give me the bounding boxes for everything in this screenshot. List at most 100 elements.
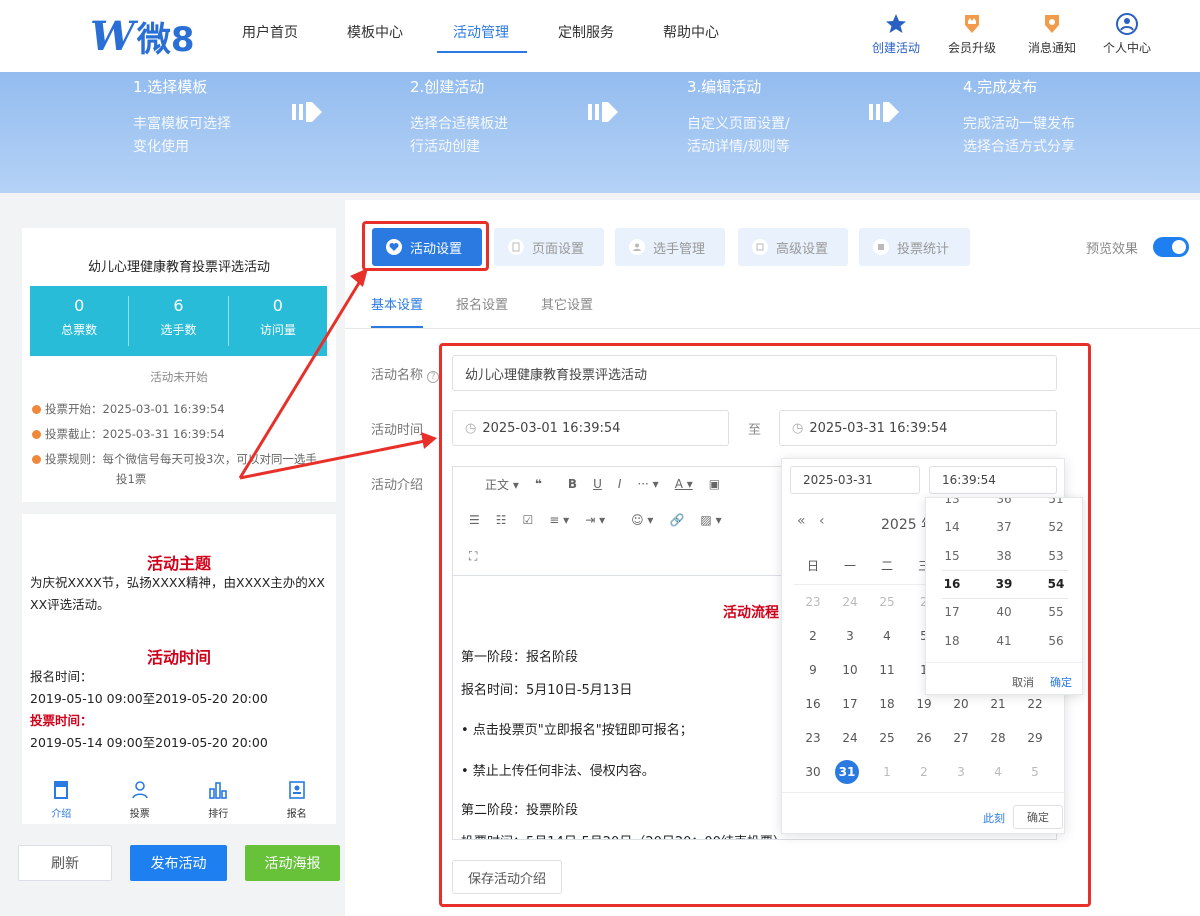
stats-icon [873,239,889,255]
mobile-preview-panel: 幼儿心理健康教育投票评选活动 0 总票数 6 选手数 0 访问量 活动未开始 投票开始… [12,228,345,916]
signup-icon [288,781,305,799]
step-desc: 活动详情/规则等 [687,139,790,155]
stat-value: 6 [173,296,184,315]
step-title: 3.编辑活动 [687,78,762,96]
vote-rule-text: 投票规则：每个微信号每天可投3次，可以对同一选手 [45,452,317,466]
user-icon [629,239,645,255]
step-desc: 自定义页面设置/ [687,116,790,132]
stat-value: 0 [74,296,85,315]
arrow-right-icon [869,102,899,122]
member-upgrade-button[interactable]: 会员升级 [937,12,1007,56]
steps-banner: 1.选择模板 丰富模板可选择 变化使用 2.创建活动 选择合适模板进 行活动创建… [0,72,1200,193]
theme-text-line: XX评选活动。 [30,597,110,612]
tab-label: 投票 [129,809,150,820]
info-dot-icon [32,430,41,439]
vote-range: 2019-05-14 09:00至2019-05-20 20:00 [30,735,268,750]
stat-contestants: 6 选手数 [129,296,229,346]
stat-label: 选手数 [160,323,197,337]
preview-summary-card: 幼儿心理健康教育投票评选活动 0 总票数 6 选手数 0 访问量 活动未开始 投票开始… [22,228,336,502]
tab-vote-statistics[interactable]: 投票统计 [859,228,970,266]
info-dot-icon [32,405,41,414]
nav-custom-service[interactable]: 定制服务 [558,22,614,42]
publish-activity-button[interactable]: 发布活动 [130,845,227,881]
create-activity-label: 创建活动 [871,41,920,55]
tab-ranking[interactable]: 排行 [179,776,258,824]
tab-intro[interactable]: 介绍 [22,776,101,824]
subtab-other-settings[interactable]: 其它设置 [541,294,593,313]
step-title: 1.选择模板 [133,78,208,96]
logo[interactable]: W 微8 [90,12,195,61]
top-navigation: W 微8 用户首页 模板中心 活动管理 定制服务 帮助中心 创建活动 会员升级 … [0,0,1200,72]
step-4: 4.完成发布 完成活动一键发布 选择合适方式分享 [963,76,1075,159]
page-icon [508,239,524,255]
tab-label: 高级设置 [776,241,829,257]
step-title: 4.完成发布 [963,78,1038,96]
vote-end-text: 投票截止：2025-03-31 16:39:54 [45,427,225,441]
star-icon [884,12,908,36]
create-activity-button[interactable]: 创建活动 [861,12,931,56]
crown-badge-icon [960,12,984,36]
refresh-button[interactable]: 刷新 [18,845,112,881]
bell-badge-icon [1040,12,1064,36]
nav-help-center[interactable]: 帮助中心 [663,22,719,42]
subtab-signup-settings[interactable]: 报名设置 [456,294,508,313]
nav-user-home[interactable]: 用户首页 [242,22,298,42]
preview-content-card: 活动主题 为庆祝XXXX节，弘扬XXXX精神，由XXXX主办的XX XX评选活动… [22,514,336,776]
tab-label: 选手管理 [653,241,706,257]
nav-template-center[interactable]: 模板中心 [347,22,403,42]
vote-label: 投票时间： [30,713,93,728]
vote-start-text: 投票开始：2025-03-01 16:39:54 [45,402,225,416]
vote-rule-cont: 投1票 [116,472,147,486]
logo-text: 微8 [136,20,195,60]
step-1: 1.选择模板 丰富模板可选择 变化使用 [133,76,231,159]
vote-end-info: 投票截止：2025-03-31 16:39:54 [32,426,225,442]
theme-title: 活动主题 [146,554,211,573]
arrow-right-icon [588,102,618,122]
step-2: 2.创建活动 选择合适模板进 行活动创建 [410,76,508,159]
user-icon [131,781,148,799]
tab-vote[interactable]: 投票 [101,776,180,824]
label-text: 活动名称 [371,368,424,383]
help-icon[interactable]: ? [427,371,440,383]
message-notice-button[interactable]: 消息通知 [1017,12,1087,56]
member-upgrade-label: 会员升级 [947,41,996,55]
stat-visits: 0 访问量 [229,296,327,346]
activity-time-label: 活动时间 [371,423,424,438]
logo-mark: W [90,13,135,60]
user-circle-icon [1115,12,1139,36]
document-icon [54,781,69,799]
tab-label: 介绍 [51,809,72,820]
activity-status: 活动未开始 [150,370,208,384]
tab-advanced-settings[interactable]: 高级设置 [738,228,848,266]
preview-toggle[interactable] [1153,237,1189,257]
step-3: 3.编辑活动 自定义页面设置/ 活动详情/规则等 [687,76,790,159]
personal-center-label: 个人中心 [1102,41,1151,55]
time-title: 活动时间 [146,648,211,667]
stat-label: 总票数 [61,323,98,337]
info-dot-icon [32,455,41,464]
stat-total-votes: 0 总票数 [30,296,130,346]
tab-label: 排行 [208,809,229,820]
personal-center-button[interactable]: 个人中心 [1092,12,1162,56]
highlight-box-activity-tab [362,221,489,271]
message-notice-label: 消息通知 [1027,41,1076,55]
toggle-knob [1172,240,1186,254]
nav-activity-management[interactable]: 活动管理 [453,22,509,42]
vote-rule-info: 投票规则：每个微信号每天可投3次，可以对同一选手 [32,451,317,467]
subtab-divider [345,328,1200,329]
activity-name-label: 活动名称 ? [371,364,440,383]
signup-range: 2019-05-10 09:00至2019-05-20 20:00 [30,691,268,706]
signup-label: 报名时间： [30,669,93,684]
subtab-basic-settings[interactable]: 基本设置 [371,294,423,313]
activity-poster-button[interactable]: 活动海报 [245,845,340,881]
tab-label: 页面设置 [532,241,585,257]
tab-contestant-management[interactable]: 选手管理 [615,228,725,266]
step-desc: 丰富模板可选择 [133,116,231,132]
settings-icon [752,239,768,255]
tab-signup[interactable]: 报名 [258,776,337,824]
tab-label: 投票统计 [897,241,950,257]
highlight-box-settings [439,343,1091,907]
preview-tabbar: 介绍 投票 排行 报名 [22,776,336,824]
tab-page-settings[interactable]: 页面设置 [494,228,604,266]
step-desc: 选择合适方式分享 [963,139,1075,155]
